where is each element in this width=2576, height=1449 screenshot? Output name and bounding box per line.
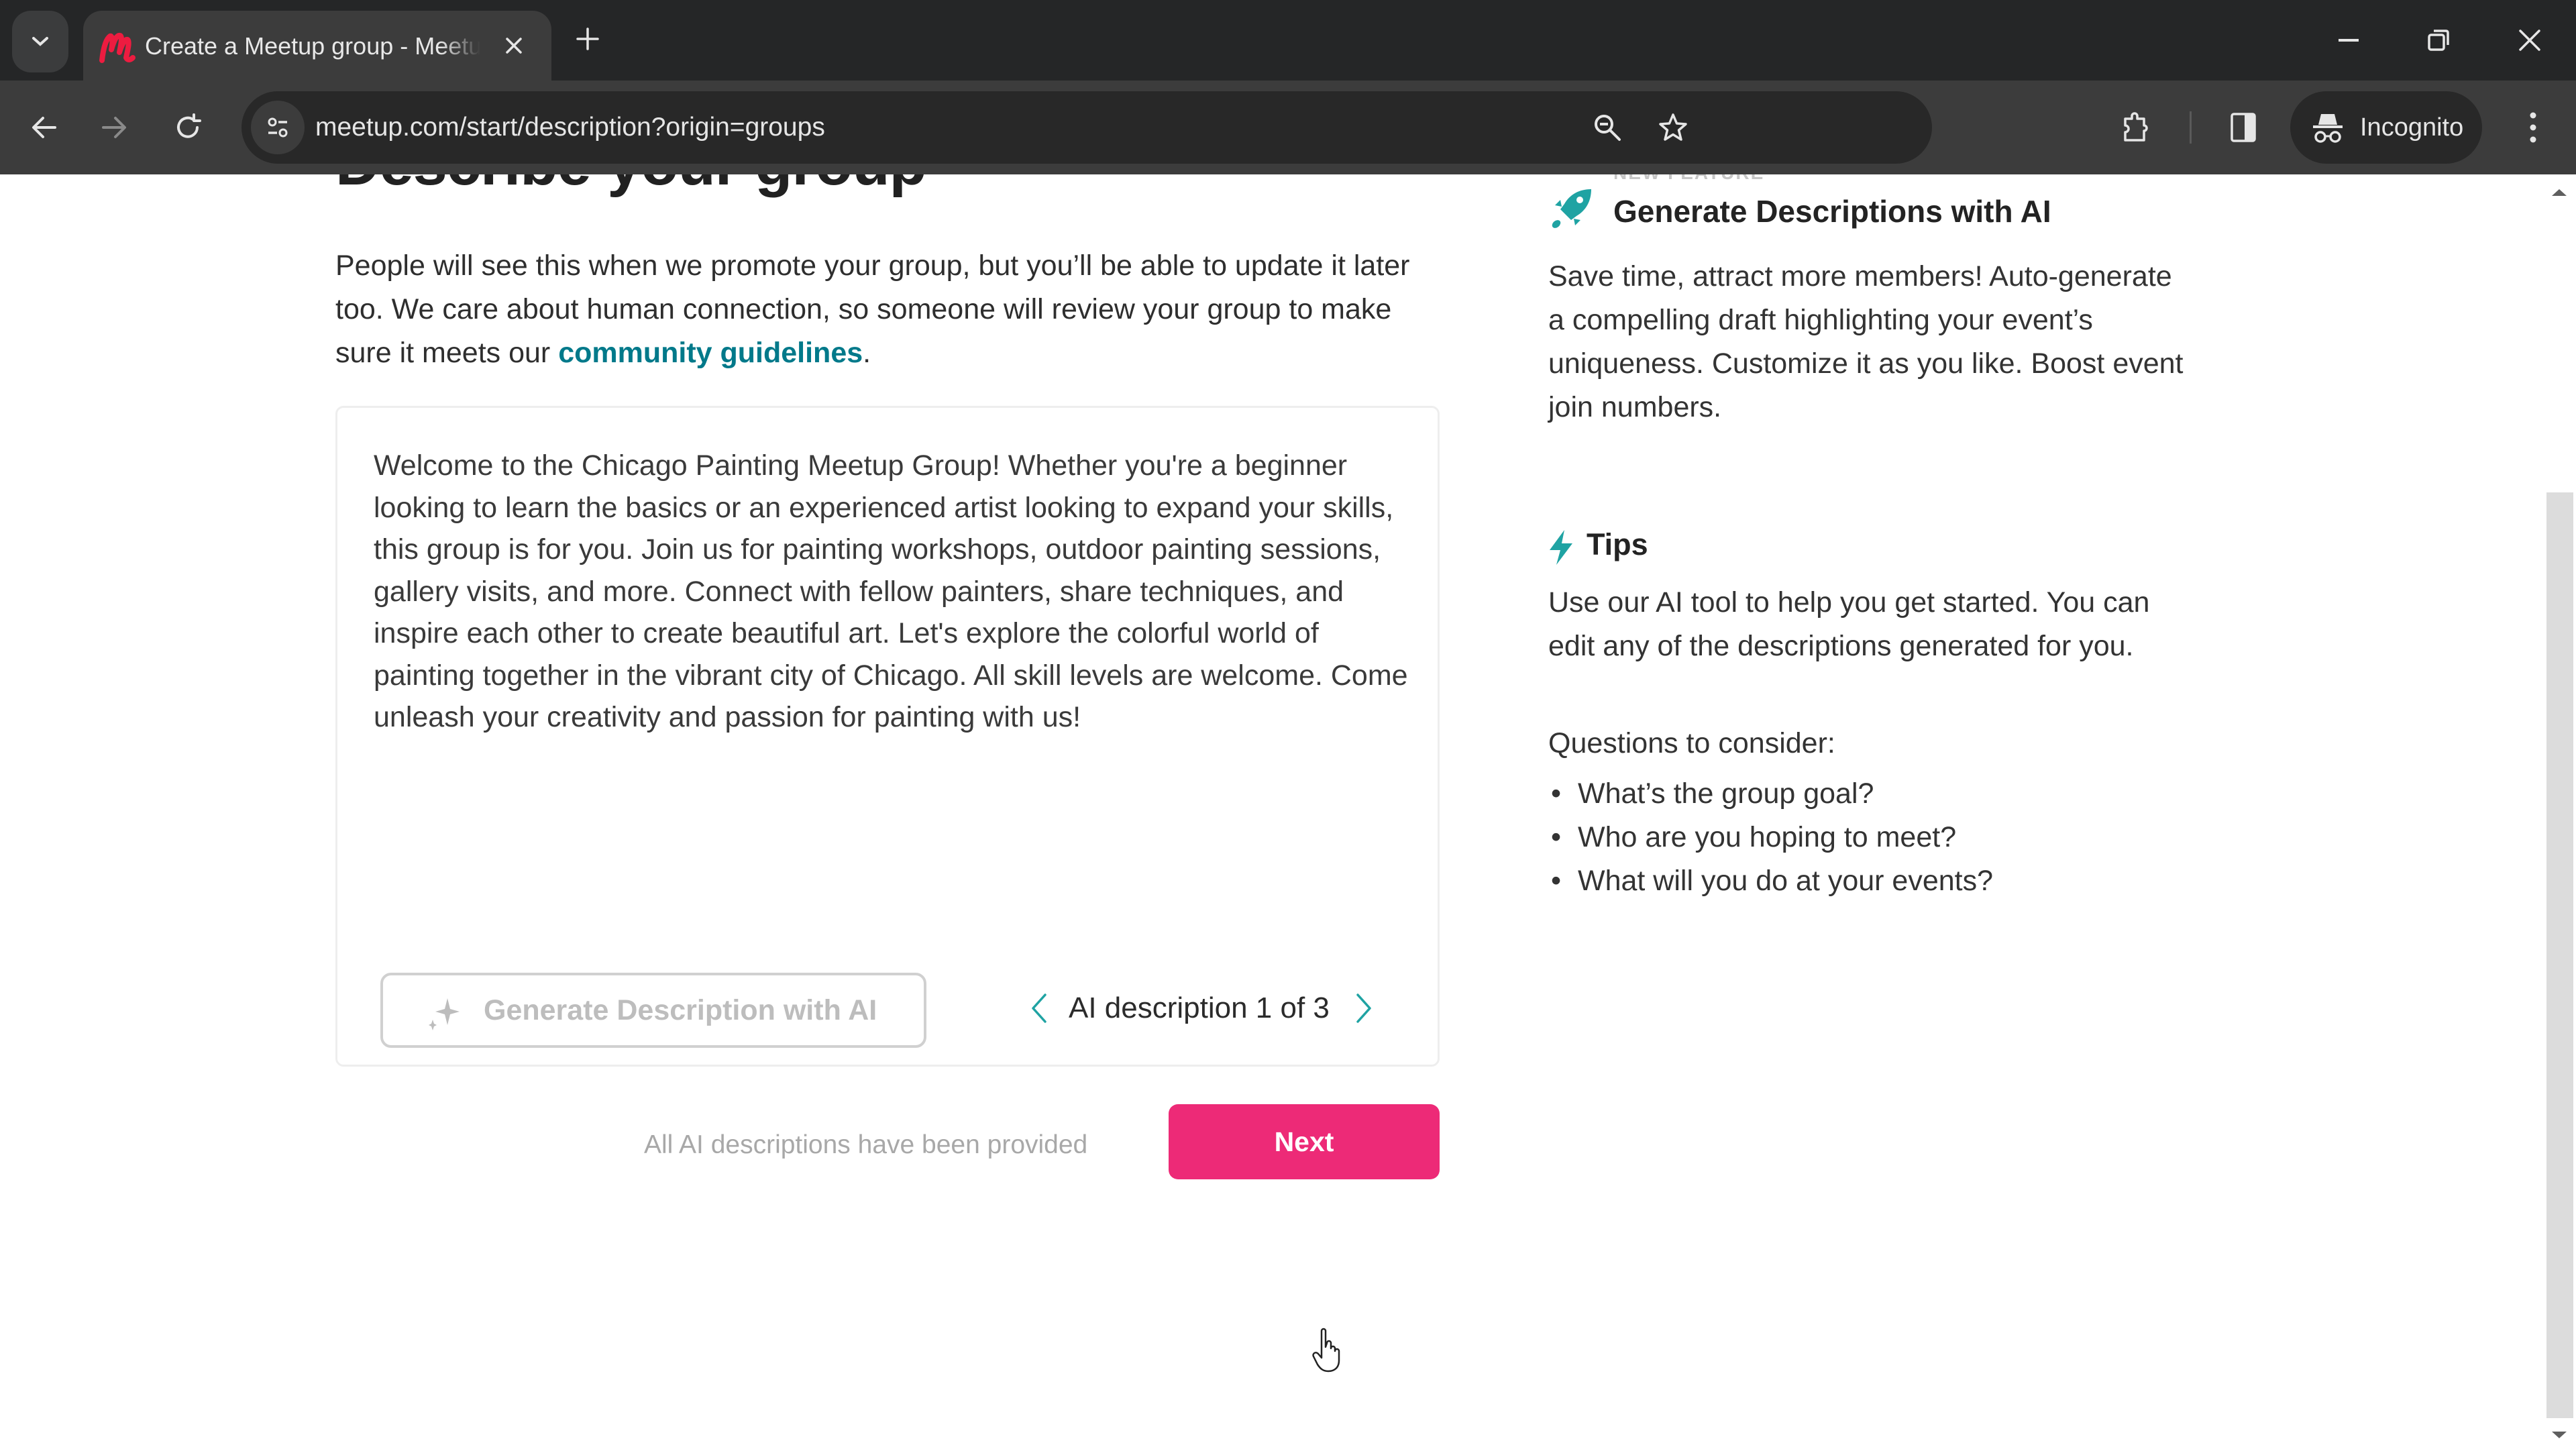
new-feature-badge: NEW FEATURE bbox=[1613, 174, 1764, 184]
next-description-button[interactable] bbox=[1344, 988, 1384, 1028]
description-editor-card: Welcome to the Chicago Painting Meetup G… bbox=[335, 406, 1440, 1067]
intro-paragraph: People will see this when we promote you… bbox=[335, 244, 1449, 375]
ai-description-pager: AI description 1 of 3 bbox=[1019, 971, 1395, 1045]
zoom-indicator-button[interactable] bbox=[1587, 107, 1627, 148]
extensions-button[interactable] bbox=[2109, 101, 2163, 154]
feature-description: Save time, attract more members! Auto-ge… bbox=[1548, 260, 2184, 423]
zoom-out-icon bbox=[1595, 115, 1621, 141]
side-panel-button[interactable] bbox=[2216, 101, 2270, 154]
incognito-icon bbox=[2313, 114, 2343, 143]
restore-button[interactable] bbox=[2408, 13, 2469, 67]
browser-menu-button[interactable] bbox=[2506, 101, 2560, 154]
generate-description-label: Generate Description with AI bbox=[484, 994, 877, 1026]
page-title: Describe your group bbox=[335, 174, 927, 199]
browser-toolbar: meetup.com/start/description?origin=grou… bbox=[0, 80, 2576, 174]
new-tab-button[interactable] bbox=[568, 19, 608, 59]
bookmark-button[interactable] bbox=[1653, 107, 1693, 148]
intro-suffix: . bbox=[863, 337, 871, 369]
forward-button[interactable] bbox=[87, 101, 141, 154]
arrow-right-icon bbox=[102, 117, 126, 138]
browser-tab-active[interactable]: Create a Meetup group - Meetup bbox=[83, 11, 551, 80]
tab-title: Create a Meetup group - Meetup bbox=[145, 32, 480, 60]
lightning-bolt-icon bbox=[1550, 530, 1572, 565]
rocket-icon bbox=[1552, 189, 1591, 228]
tips-description: Use our AI tool to help you get started.… bbox=[1548, 586, 2150, 662]
browser-titlebar: Create a Meetup group - Meetup bbox=[0, 0, 2576, 80]
close-icon bbox=[506, 38, 522, 54]
url-text[interactable]: meetup.com/start/description?origin=grou… bbox=[315, 110, 825, 145]
sparkle-icon bbox=[429, 998, 460, 1030]
reload-button[interactable] bbox=[161, 101, 215, 154]
hand-pointer-cursor-icon bbox=[1312, 1328, 1340, 1373]
tab-search-button[interactable] bbox=[12, 11, 68, 72]
minimize-button[interactable] bbox=[2318, 13, 2379, 67]
reload-icon bbox=[177, 113, 201, 138]
side-panel-icon bbox=[2231, 113, 2256, 142]
group-description-textarea[interactable]: Welcome to the Chicago Painting Meetup G… bbox=[374, 445, 1420, 874]
question-item: Who are you hoping to meet? bbox=[1548, 816, 2192, 859]
page-scrollbar[interactable] bbox=[2542, 174, 2576, 1449]
scrollbar-thumb[interactable] bbox=[2546, 492, 2573, 1418]
restore-icon bbox=[2428, 30, 2449, 51]
chevron-left-icon bbox=[1032, 994, 1046, 1023]
question-item: What will you do at your events? bbox=[1548, 859, 2192, 903]
site-info-button[interactable] bbox=[251, 101, 305, 154]
star-icon bbox=[1659, 113, 1687, 141]
question-item: What’s the group goal? bbox=[1548, 772, 2192, 816]
kebab-menu-icon bbox=[2530, 112, 2536, 143]
back-button[interactable] bbox=[17, 101, 71, 154]
tips-title: Tips bbox=[1587, 527, 1648, 561]
scroll-up-arrow-icon[interactable] bbox=[2552, 188, 2567, 197]
plus-icon bbox=[576, 28, 599, 50]
address-bar[interactable]: meetup.com/start/description?origin=grou… bbox=[241, 91, 1932, 164]
intro-text: People will see this when we promote you… bbox=[335, 250, 1410, 369]
toolbar-divider bbox=[2190, 111, 2192, 144]
meetup-favicon-icon bbox=[99, 32, 136, 63]
window-close-button[interactable] bbox=[2500, 13, 2560, 67]
chevron-down-icon bbox=[32, 37, 48, 46]
incognito-label: Incognito bbox=[2360, 113, 2464, 142]
feature-title: Generate Descriptions with AI bbox=[1613, 194, 2051, 229]
close-icon bbox=[2519, 30, 2540, 51]
chevron-right-icon bbox=[1356, 994, 1371, 1023]
next-button[interactable]: Next bbox=[1169, 1104, 1440, 1179]
minimize-icon bbox=[2339, 39, 2359, 42]
scroll-down-arrow-icon[interactable] bbox=[2552, 1430, 2567, 1440]
community-guidelines-link[interactable]: community guidelines bbox=[558, 337, 863, 369]
generate-description-button[interactable]: Generate Description with AI bbox=[380, 973, 926, 1048]
ai-description-counter: AI description 1 of 3 bbox=[1069, 991, 1330, 1024]
tab-close-button[interactable] bbox=[494, 25, 534, 66]
page-content: Describe your group People will see this… bbox=[0, 174, 2576, 1449]
questions-label: Questions to consider: bbox=[1548, 727, 1835, 759]
incognito-indicator[interactable]: Incognito bbox=[2290, 91, 2482, 164]
tune-icon bbox=[268, 117, 288, 138]
ai-status-note: All AI descriptions have been provided bbox=[644, 1130, 1088, 1159]
questions-list: What’s the group goal? Who are you hopin… bbox=[1548, 772, 2192, 903]
puzzle-icon bbox=[2124, 112, 2148, 142]
arrow-left-icon bbox=[32, 117, 56, 138]
previous-description-button[interactable] bbox=[1019, 988, 1059, 1028]
